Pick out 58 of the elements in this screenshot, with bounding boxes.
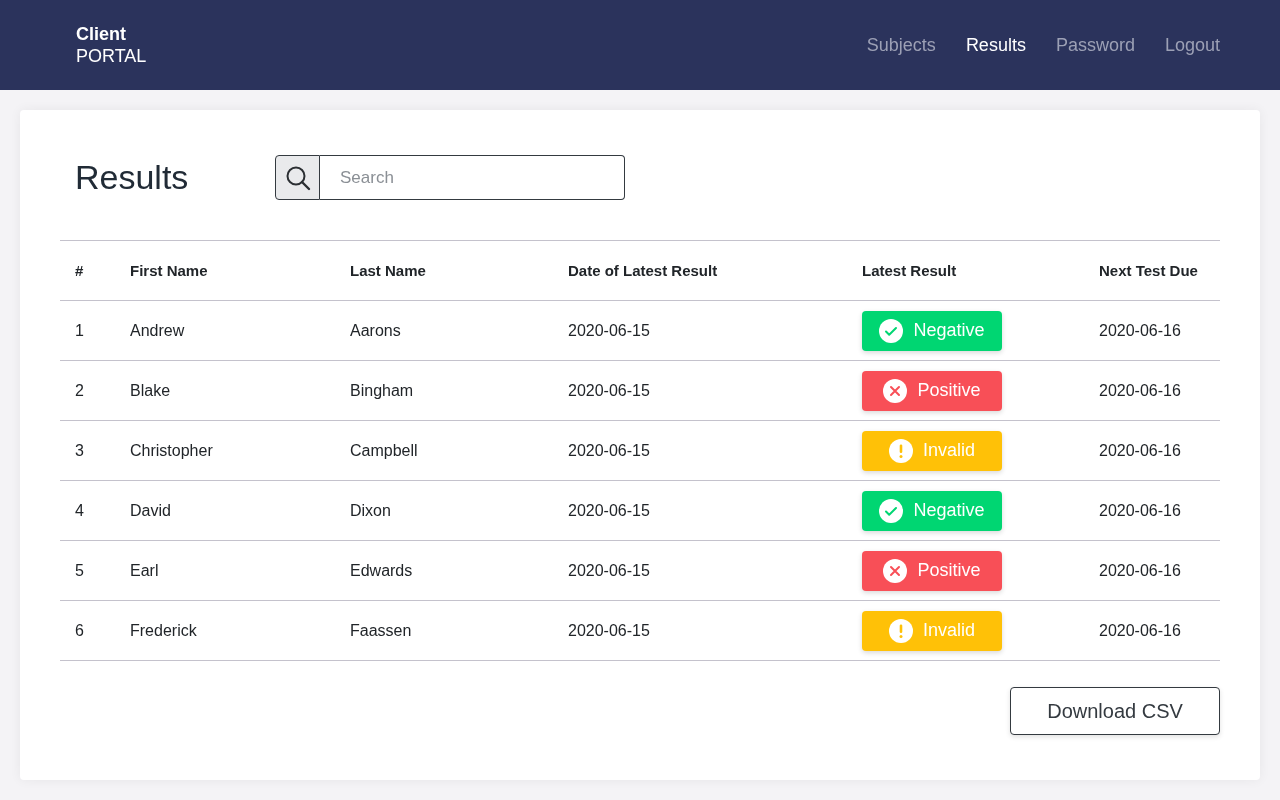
column-header: Last Name xyxy=(350,261,426,279)
table-cell: Campbell xyxy=(350,441,418,459)
check-circle-icon xyxy=(879,318,904,343)
table-cell: 2 xyxy=(75,381,84,399)
search-icon xyxy=(284,164,311,191)
table-cell: Dixon xyxy=(350,501,391,519)
nav-link[interactable]: Password xyxy=(1055,31,1135,59)
table-cell: 2020-06-16 xyxy=(1099,561,1181,579)
result-badge: Positive xyxy=(862,370,1002,411)
page-title: Results xyxy=(75,157,190,198)
table-cell: 4 xyxy=(75,501,84,519)
table-cell: Aarons xyxy=(350,321,401,339)
table-cell: 1 xyxy=(75,321,84,339)
result-badge: Negative xyxy=(862,310,1002,351)
table-cell: 6 xyxy=(75,621,84,639)
table-cell: 2020-06-15 xyxy=(568,321,650,339)
table-cell: 2020-06-15 xyxy=(568,501,650,519)
table-cell: 2020-06-15 xyxy=(568,381,650,399)
table-cell: 2020-06-15 xyxy=(568,621,650,639)
table-cell: 5 xyxy=(75,561,84,579)
check-circle-icon xyxy=(879,498,904,523)
exclamation-circle-icon xyxy=(889,618,913,643)
table-cell: 2020-06-16 xyxy=(1099,501,1181,519)
brand-subtitle: PORTAL xyxy=(76,45,147,67)
brand-name: Client xyxy=(76,23,127,45)
table-cell: Bingham xyxy=(350,381,414,399)
table-cell: David xyxy=(130,501,171,519)
table-cell: 2020-06-16 xyxy=(1099,621,1181,639)
x-circle-icon xyxy=(883,558,908,583)
search-field[interactable]: Search xyxy=(320,155,625,200)
result-badge: Negative xyxy=(862,490,1002,531)
column-header: # xyxy=(75,261,84,279)
table-cell: Andrew xyxy=(130,321,185,339)
table-cell: 3 xyxy=(75,441,84,459)
table-cell: Earl xyxy=(130,561,159,579)
table-cell: 2020-06-16 xyxy=(1099,441,1181,459)
nav-link[interactable]: Results xyxy=(965,31,1026,59)
result-badge: Invalid xyxy=(862,430,1002,471)
result-badge: Positive xyxy=(862,550,1002,591)
exclamation-circle-icon xyxy=(889,438,913,463)
table-cell: Faassen xyxy=(350,621,412,639)
table-cell: 2020-06-15 xyxy=(568,561,650,579)
table-cell: 2020-06-16 xyxy=(1099,321,1181,339)
table-cell: Frederick xyxy=(130,621,197,639)
nav-link[interactable]: Logout xyxy=(1164,31,1220,59)
x-circle-icon xyxy=(883,378,908,403)
nav-link[interactable]: Subjects xyxy=(866,31,936,59)
column-header: Next Test Due xyxy=(1099,261,1198,279)
result-badge: Invalid xyxy=(862,610,1002,651)
download-csv-button[interactable]: Download CSV xyxy=(1010,687,1220,735)
column-header: Date of Latest Result xyxy=(568,261,718,279)
table-cell: Edwards xyxy=(350,561,413,579)
table-cell: 2020-06-15 xyxy=(568,441,650,459)
table-cell: 2020-06-16 xyxy=(1099,381,1181,399)
table-cell: Christopher xyxy=(130,441,213,459)
column-header: Latest Result xyxy=(862,261,957,279)
column-header: First Name xyxy=(130,261,208,279)
table-cell: Blake xyxy=(130,381,171,399)
